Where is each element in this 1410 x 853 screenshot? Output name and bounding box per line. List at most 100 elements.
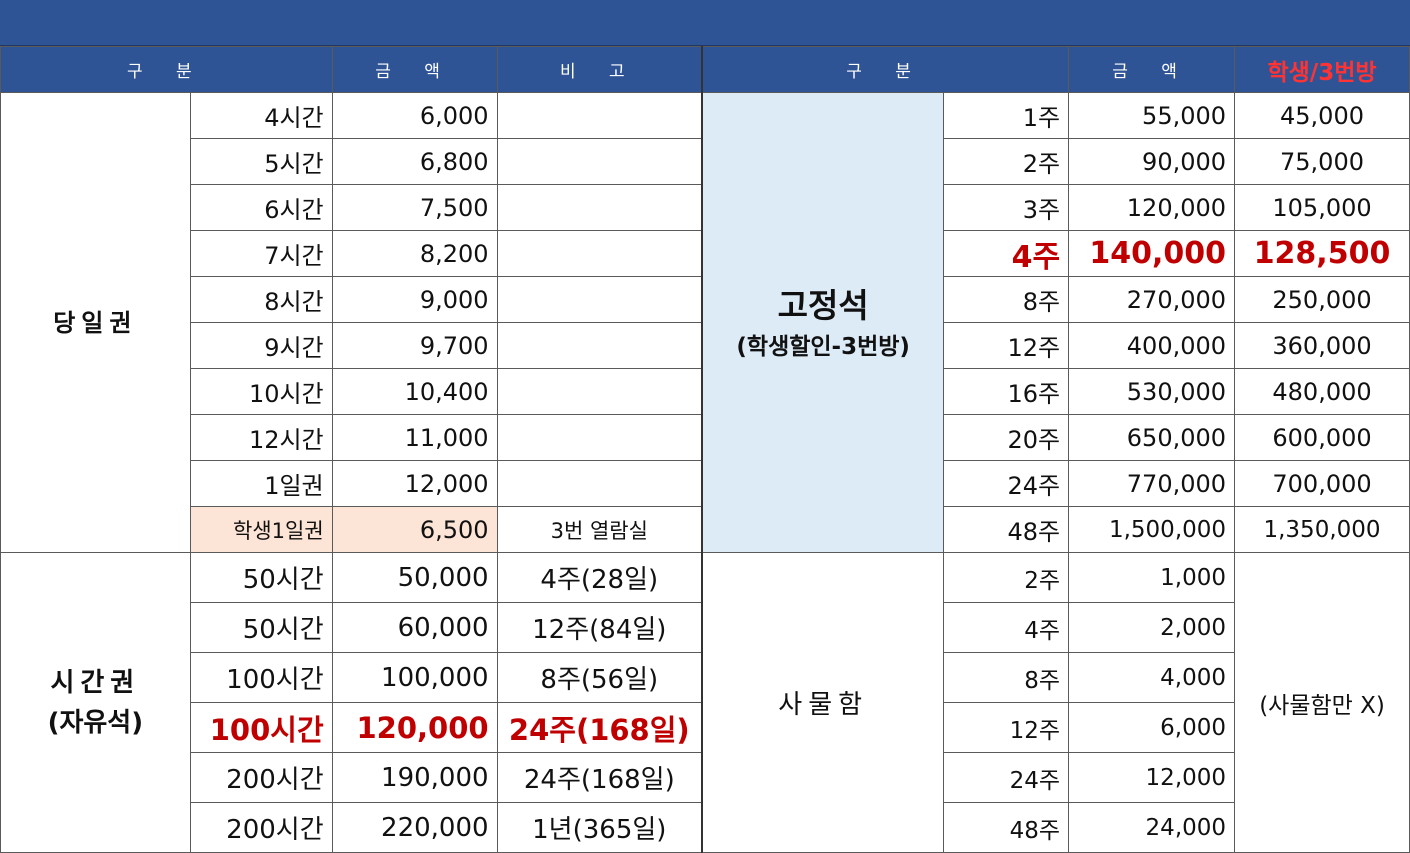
fixed-student-price: 600,000	[1234, 414, 1410, 461]
price-table: 구 분 금 액 비 고 구 분 금 액 학생/3번방 당일권 4시간 6,000…	[0, 46, 1410, 853]
daily-price: 10,400	[331, 368, 498, 415]
fixed-period: 2주	[943, 138, 1070, 185]
locker-price: 12,000	[1068, 752, 1236, 803]
daily-duration: 12시간	[189, 414, 333, 461]
locker-label: 사물함	[701, 552, 945, 853]
daily-duration: 10시간	[189, 368, 333, 415]
time-note: 1년(365일)	[496, 802, 703, 853]
time-note: 12주(84일)	[496, 602, 703, 653]
daily-duration: 8시간	[189, 276, 333, 323]
fixed-period: 16주	[943, 368, 1070, 415]
daily-note	[496, 414, 703, 461]
fixed-period: 48주	[943, 506, 1070, 553]
daily-price: 12,000	[331, 460, 498, 507]
daily-price: 9,000	[331, 276, 498, 323]
title-bar	[0, 0, 1410, 46]
fixed-price: 90,000	[1068, 138, 1236, 185]
fixed-price: 650,000	[1068, 414, 1236, 461]
fixed-seat-title: 고정석	[777, 285, 869, 325]
daily-price: 6,000	[331, 92, 498, 139]
fixed-price: 1,500,000	[1068, 506, 1236, 553]
time-pass-subtitle: (자유석)	[47, 707, 144, 738]
time-note: 24주(168일)	[496, 752, 703, 803]
time-pass-label: 시간권 (자유석)	[0, 552, 191, 853]
fixed-period: 12주	[943, 322, 1070, 369]
locker-period: 2주	[943, 552, 1070, 603]
time-note-highlight: 24주(168일)	[496, 702, 703, 753]
time-note: 4주(28일)	[496, 552, 703, 603]
time-duration: 200시간	[189, 802, 333, 853]
daily-duration: 9시간	[189, 322, 333, 369]
time-price-highlight: 120,000	[331, 702, 498, 753]
fixed-student-price: 250,000	[1234, 276, 1410, 323]
header-price-right: 금 액	[1068, 46, 1236, 93]
fixed-student-price: 360,000	[1234, 322, 1410, 369]
time-price: 50,000	[331, 552, 498, 603]
locker-price: 1,000	[1068, 552, 1236, 603]
student-day-pass-note: 3번 열람실	[496, 506, 703, 553]
price-table-page: 구 분 금 액 비 고 구 분 금 액 학생/3번방 당일권 4시간 6,000…	[0, 0, 1410, 853]
student-day-pass-price: 6,500	[331, 506, 498, 553]
header-student-price: 학생/3번방	[1234, 46, 1410, 93]
fixed-period-highlight: 4주	[943, 230, 1070, 277]
daily-note	[496, 460, 703, 507]
daily-price: 6,800	[331, 138, 498, 185]
time-price: 100,000	[331, 652, 498, 703]
fixed-price: 400,000	[1068, 322, 1236, 369]
fixed-student-price: 480,000	[1234, 368, 1410, 415]
locker-period: 12주	[943, 702, 1070, 753]
fixed-price: 55,000	[1068, 92, 1236, 139]
time-duration: 200시간	[189, 752, 333, 803]
time-pass-title: 시간권	[50, 667, 141, 698]
time-duration: 50시간	[189, 552, 333, 603]
fixed-period: 1주	[943, 92, 1070, 139]
daily-duration: 7시간	[189, 230, 333, 277]
daily-price: 11,000	[331, 414, 498, 461]
fixed-student-price: 1,350,000	[1234, 506, 1410, 553]
daily-price: 8,200	[331, 230, 498, 277]
time-duration-highlight: 100시간	[189, 702, 333, 753]
time-duration: 50시간	[189, 602, 333, 653]
fixed-price-highlight: 140,000	[1068, 230, 1236, 277]
daily-pass-label: 당일권	[0, 92, 191, 553]
table-row: 시간권 (자유석) 50시간 50,000 4주(28일) 사물함 2주 1,0…	[0, 552, 1410, 853]
fixed-student-price: 45,000	[1234, 92, 1410, 139]
daily-price: 7,500	[331, 184, 498, 231]
header-category-right: 구 분	[701, 46, 1070, 93]
time-price: 60,000	[331, 602, 498, 653]
fixed-student-price: 700,000	[1234, 460, 1410, 507]
daily-price: 9,700	[331, 322, 498, 369]
daily-note	[496, 230, 703, 277]
locker-period: 48주	[943, 802, 1070, 853]
daily-duration: 4시간	[189, 92, 333, 139]
fixed-price: 770,000	[1068, 460, 1236, 507]
locker-period: 24주	[943, 752, 1070, 803]
fixed-student-price: 75,000	[1234, 138, 1410, 185]
locker-price: 4,000	[1068, 652, 1236, 703]
fixed-seat-subtitle: (학생할인-3번방)	[736, 333, 910, 360]
daily-note	[496, 276, 703, 323]
daily-note	[496, 92, 703, 139]
time-price: 220,000	[331, 802, 498, 853]
fixed-price: 270,000	[1068, 276, 1236, 323]
student-day-pass-label: 학생1일권	[189, 506, 333, 553]
locker-price: 6,000	[1068, 702, 1236, 753]
fixed-period: 8주	[943, 276, 1070, 323]
time-duration: 100시간	[189, 652, 333, 703]
fixed-seat-label: 고정석 (학생할인-3번방)	[701, 92, 945, 553]
daily-note	[496, 184, 703, 231]
fixed-period: 24주	[943, 460, 1070, 507]
time-price: 190,000	[331, 752, 498, 803]
fixed-period: 20주	[943, 414, 1070, 461]
daily-duration: 6시간	[189, 184, 333, 231]
daily-note	[496, 138, 703, 185]
fixed-student-price: 105,000	[1234, 184, 1410, 231]
locker-price: 24,000	[1068, 802, 1236, 853]
header-price: 금 액	[331, 46, 498, 93]
fixed-period: 3주	[943, 184, 1070, 231]
daily-note	[496, 368, 703, 415]
locker-period: 4주	[943, 602, 1070, 653]
locker-price: 2,000	[1068, 602, 1236, 653]
table-row: 당일권 4시간 6,000 고정석 (학생할인-3번방) 1주 55,000 4…	[0, 92, 1410, 553]
daily-note	[496, 322, 703, 369]
